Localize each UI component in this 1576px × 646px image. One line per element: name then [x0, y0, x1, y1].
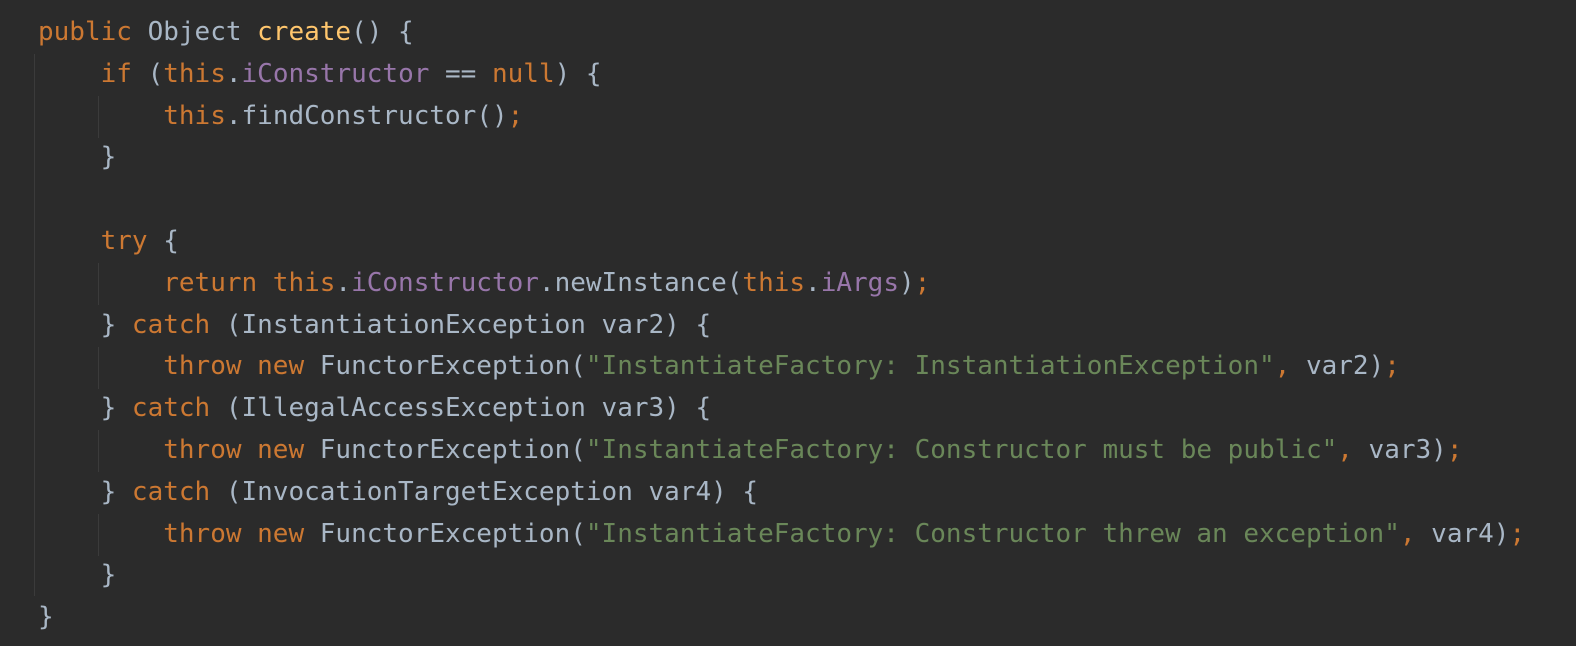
code-token: () { [351, 17, 414, 47]
code-line[interactable]: public Object create() { [38, 12, 1525, 54]
code-token: "InstantiateFactory: InstantiationExcept… [585, 351, 1275, 382]
code-line[interactable]: throw new FunctorException("InstantiateF… [38, 430, 1525, 472]
code-editor[interactable]: public Object create() { if (this.iConst… [0, 0, 1576, 646]
code-token: } [38, 309, 132, 340]
code-token: throw new [163, 434, 305, 465]
code-line[interactable]: return this.iConstructor.newInstance(thi… [38, 263, 1525, 305]
code-line[interactable]: } [38, 555, 1525, 597]
code-token: catch [131, 393, 211, 424]
code-token: iArgs [820, 267, 899, 298]
code-token: this [163, 58, 226, 89]
code-token: } [38, 142, 117, 173]
code-token: create [257, 17, 352, 47]
code-token: null [492, 58, 555, 89]
code-text-area[interactable]: public Object create() { if (this.iConst… [38, 12, 1525, 639]
code-token: ; [1384, 351, 1400, 382]
code-token: == [429, 58, 492, 89]
code-token: ; [507, 100, 524, 131]
code-token: } [38, 602, 54, 633]
code-token: FunctorException( [304, 351, 586, 382]
code-token: .newInstance( [538, 267, 743, 298]
code-token: "InstantiateFactory: Constructor must be… [585, 434, 1338, 465]
code-token: ) { [554, 58, 602, 89]
code-token: try [100, 225, 148, 256]
code-line[interactable]: try { [38, 221, 1525, 263]
code-token: .findConstructor() [225, 100, 508, 131]
code-token: return this [163, 267, 336, 298]
code-line[interactable]: ​ [38, 179, 1525, 221]
code-token: ; [1509, 518, 1526, 549]
code-token: FunctorException( [304, 434, 586, 465]
code-token: } [38, 476, 132, 507]
code-token: (InstantiationException var2) { [210, 309, 712, 340]
code-line[interactable]: this.findConstructor(); [38, 96, 1525, 138]
code-token: throw new [163, 351, 305, 382]
code-token: iConstructor [351, 267, 539, 298]
code-token: Object [131, 17, 258, 47]
code-token: this [742, 267, 806, 298]
code-token: catch [131, 309, 211, 340]
code-line[interactable]: throw new FunctorException("InstantiateF… [38, 346, 1525, 388]
indent-guide-outer [34, 54, 35, 596]
code-token: public [38, 17, 132, 47]
code-token: iConstructor [241, 58, 430, 89]
code-token: FunctorException( [304, 518, 586, 549]
code-token: { [147, 225, 179, 256]
code-token: } [38, 393, 132, 424]
code-line[interactable]: } catch (InstantiationException var2) { [38, 305, 1525, 347]
code-line[interactable]: } [38, 137, 1525, 179]
code-token: , [1399, 518, 1416, 549]
code-token: ; [1446, 434, 1463, 465]
code-token: "InstantiateFactory: Constructor threw a… [585, 518, 1400, 549]
code-token: . [805, 267, 821, 298]
code-line[interactable]: } [38, 597, 1525, 639]
code-token: , [1337, 434, 1353, 465]
code-token: (InvocationTargetException var4) { [210, 476, 759, 507]
code-token: ) [898, 267, 915, 298]
code-token: this [163, 100, 226, 131]
code-token: if [100, 58, 132, 89]
code-token: ( [131, 58, 164, 89]
code-token: . [335, 267, 352, 298]
code-line[interactable]: throw new FunctorException("InstantiateF… [38, 514, 1525, 556]
code-token: catch [131, 476, 211, 507]
code-token: (IllegalAccessException var3) { [210, 393, 712, 424]
code-token: var4) [1415, 518, 1510, 549]
code-token: } [38, 560, 117, 591]
code-token: var3) [1352, 434, 1447, 465]
code-token: . [225, 58, 242, 89]
code-token: ; [914, 267, 931, 298]
code-token: var2) [1290, 351, 1385, 382]
code-line[interactable]: } catch (IllegalAccessException var3) { [38, 388, 1525, 430]
code-line[interactable]: } catch (InvocationTargetException var4)… [38, 472, 1525, 514]
code-line[interactable]: if (this.iConstructor == null) { [38, 54, 1525, 96]
code-token: throw new [163, 518, 305, 549]
code-token: , [1274, 351, 1291, 382]
